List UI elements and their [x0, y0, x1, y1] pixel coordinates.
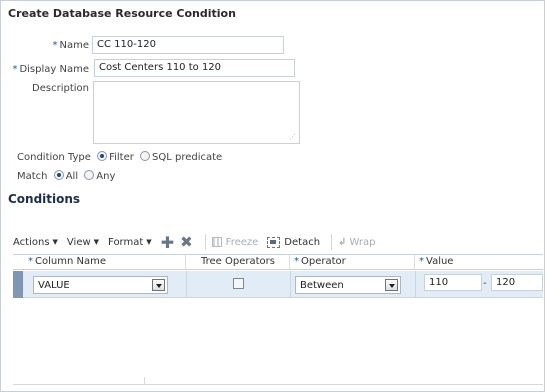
cell-divider [290, 271, 291, 298]
required-marker: * [294, 256, 299, 267]
detach-icon [267, 236, 281, 248]
column-header-value[interactable]: * Value [415, 255, 543, 270]
freeze-button[interactable]: Freeze [211, 236, 259, 248]
column-header-operator[interactable]: * Operator [290, 255, 415, 270]
caret-down-icon[interactable]: ▼ [53, 238, 58, 246]
column-header-label: Column Name [35, 256, 106, 267]
required-marker: * [52, 40, 58, 51]
conditions-title: Conditions [8, 192, 81, 206]
name-label: * Name [31, 40, 89, 51]
display-name-label-text: Display Name [19, 64, 89, 75]
actions-menu-label[interactable]: Actions [13, 237, 50, 248]
freeze-icon [211, 237, 222, 247]
detach-label: Detach [284, 236, 321, 248]
description-field[interactable]: ⋰ [93, 81, 300, 144]
tree-operators-checkbox[interactable] [233, 278, 244, 289]
actions-menu[interactable]: Actions ▼ [13, 237, 58, 248]
wrap-icon: ↲ [338, 236, 347, 248]
dropdown-arrow-icon[interactable] [152, 279, 165, 291]
value-to-input[interactable]: 120 [491, 274, 543, 291]
table-footer-line [13, 384, 543, 385]
dropdown-arrow-icon[interactable] [385, 279, 398, 291]
operator-select[interactable]: Between [295, 276, 401, 294]
cell-divider [186, 271, 187, 298]
required-marker: * [28, 256, 33, 267]
radio-any-label[interactable]: Any [96, 171, 115, 182]
column-name-select[interactable]: VALUE [33, 276, 168, 294]
radio-filter-label[interactable]: Filter [109, 152, 134, 163]
condition-type-label: Condition Type [17, 152, 91, 163]
resize-grip-icon[interactable]: ⋰ [289, 133, 296, 141]
wrap-button[interactable]: ↲ Wrap [338, 237, 375, 248]
radio-sql-predicate[interactable] [140, 151, 151, 161]
required-marker: * [419, 256, 424, 267]
conditions-toolbar: Actions ▼ View ▼ Format ▼ ✚ ✖ Freeze Detach… [13, 230, 543, 254]
value-separator: - [483, 278, 487, 289]
column-header-label: Operator [301, 256, 346, 267]
freeze-label: Freeze [225, 236, 259, 248]
format-menu[interactable]: Format ▼ [108, 237, 152, 248]
plus-icon[interactable]: ✚ [161, 233, 174, 252]
toolbar-separator [204, 234, 206, 250]
conditions-table: * Column Name Tree Operators * Operator * V… [13, 254, 543, 385]
radio-any[interactable] [84, 170, 95, 180]
delete-icon[interactable]: ✖ [180, 233, 193, 251]
table-header: * Column Name Tree Operators * Operator * V… [13, 255, 543, 270]
toolbar-separator [331, 234, 333, 250]
column-header-label: Tree Operators [201, 256, 275, 267]
column-header-tree-operators[interactable]: Tree Operators [186, 255, 290, 270]
table-footer-divider [144, 377, 145, 385]
radio-filter[interactable] [97, 151, 108, 161]
caret-down-icon[interactable]: ▼ [94, 238, 99, 246]
name-label-text: Name [59, 40, 89, 51]
radio-all[interactable] [53, 170, 64, 180]
required-marker: * [12, 64, 18, 75]
condition-type-row: Condition Type Filter SQL predicate [17, 151, 222, 163]
table-row[interactable]: VALUE Between 110 - 120 [13, 271, 543, 298]
display-name-label: * Display Name [9, 64, 89, 75]
caret-down-icon[interactable]: ▼ [146, 238, 151, 246]
wrap-label: Wrap [349, 236, 376, 248]
detach-button[interactable]: Detach [267, 236, 321, 248]
description-label: Description [32, 83, 89, 94]
match-label: Match [17, 171, 48, 182]
column-header-column-name[interactable]: * Column Name [24, 255, 186, 270]
column-name-value: VALUE [38, 280, 70, 291]
operator-value: Between [300, 280, 344, 291]
display-name-field[interactable]: Cost Centers 110 to 120 [94, 59, 295, 77]
value-from-input[interactable]: 110 [424, 274, 482, 291]
format-menu-label[interactable]: Format [108, 237, 143, 248]
radio-sql-predicate-label[interactable]: SQL predicate [152, 152, 222, 163]
view-menu[interactable]: View ▼ [67, 237, 99, 248]
radio-all-label[interactable]: All [66, 171, 78, 182]
match-row: Match All Any [17, 170, 115, 182]
create-condition-dialog: Create Database Resource Condition * Name… [0, 0, 545, 392]
row-selection-marker[interactable] [13, 271, 23, 298]
view-menu-label[interactable]: View [67, 237, 91, 248]
column-header-label: Value [426, 256, 454, 267]
name-field[interactable]: CC 110-120 [92, 36, 284, 54]
dialog-title: Create Database Resource Condition [8, 7, 236, 20]
cell-divider [415, 271, 416, 298]
table-body-empty [13, 299, 543, 385]
